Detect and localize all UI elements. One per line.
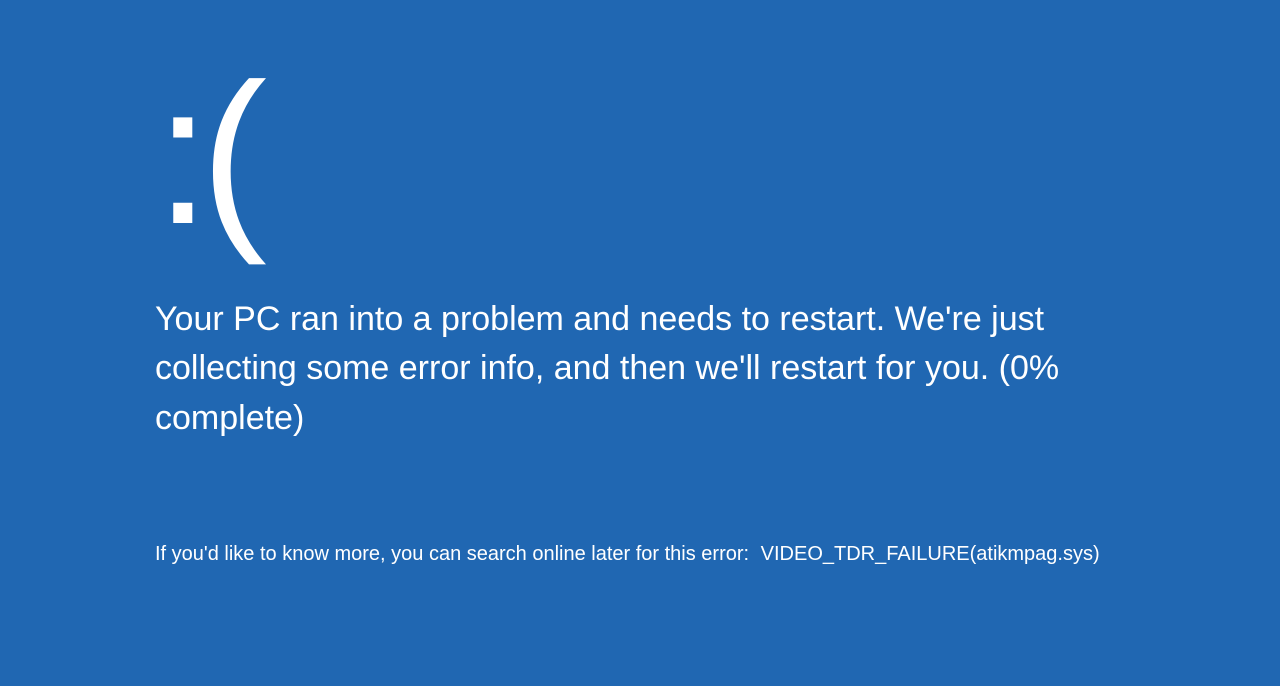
footer-prefix: If you'd like to know more, you can sear… <box>155 543 749 565</box>
error-message: Your PC ran into a problem and needs to … <box>155 295 1155 443</box>
bsod-screen: :( Your PC ran into a problem and needs … <box>0 0 1280 566</box>
error-code: VIDEO_TDR_FAILURE(atikmpag.sys) <box>761 543 1100 565</box>
error-footer: If you'd like to know more, you can sear… <box>155 543 1200 566</box>
sad-face-emoticon: :( <box>155 55 1200 255</box>
